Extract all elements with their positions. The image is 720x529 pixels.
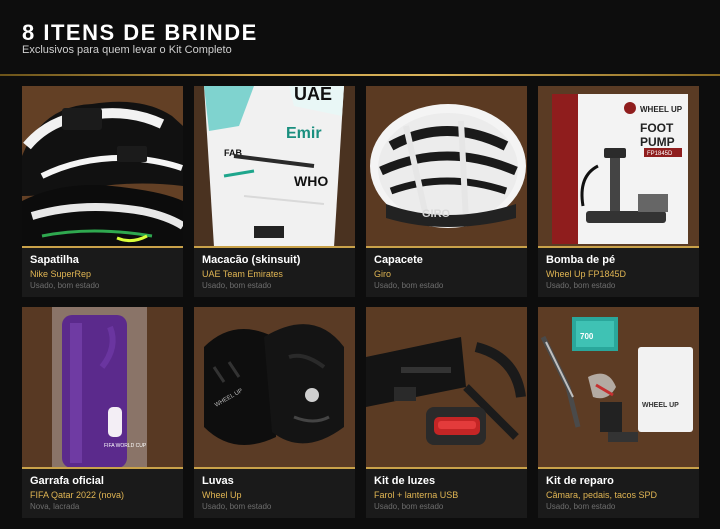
pump-line2-text: PUMP bbox=[640, 135, 675, 149]
card-gold-line bbox=[22, 246, 183, 248]
page-subtitle: Exclusivos para quem levar o Kit Complet… bbox=[22, 44, 232, 56]
item-card-reparo[interactable]: 700 WHEEL UP Kit de reparo Câmara, pedai… bbox=[538, 307, 699, 518]
pump-line1-text: FOOT bbox=[640, 121, 674, 135]
item-name: Sapatilha bbox=[30, 254, 79, 266]
card-gold-line bbox=[194, 467, 355, 469]
card-gold-line bbox=[538, 246, 699, 248]
svg-text:Emir: Emir bbox=[286, 125, 322, 142]
item-condition: Nova, lacrada bbox=[30, 502, 80, 511]
card-gold-line bbox=[366, 246, 527, 248]
item-model: UAE Team Emirates bbox=[202, 269, 283, 279]
item-card-bomba[interactable]: WHEEL UP FOOT PUMP FP1845D Bomba de pé W… bbox=[538, 86, 699, 297]
bottle-photo: FIFA WORLD CUP bbox=[22, 307, 183, 468]
item-condition: Usado, bom estado bbox=[546, 502, 616, 511]
item-card-luvas[interactable]: WHEEL UP Luvas Wheel Up Usado, bom estad… bbox=[194, 307, 355, 518]
gloves-photo: WHEEL UP bbox=[194, 307, 355, 468]
card-gold-line bbox=[538, 467, 699, 469]
item-model: FIFA Qatar 2022 (nova) bbox=[30, 490, 125, 500]
item-card-garrafa[interactable]: FIFA WORLD CUP Garrafa oficial FIFA Qata… bbox=[22, 307, 183, 518]
item-model: Wheel Up bbox=[202, 490, 242, 500]
item-name: Bomba de pé bbox=[546, 254, 616, 266]
item-card-macacao[interactable]: UAE Emir WHO FAB Macacão (skinsuit) UAE … bbox=[194, 86, 355, 297]
page-header: 8 ITENS DE BRINDE Exclusivos para quem l… bbox=[0, 0, 720, 76]
pump-model-text: FP1845D bbox=[647, 151, 673, 157]
helmet-photo: GIRO bbox=[366, 86, 527, 247]
item-name: Capacete bbox=[374, 254, 423, 266]
pump-brand-text: WHEEL UP bbox=[640, 105, 683, 114]
bag-brand-text: WHEEL UP bbox=[642, 402, 679, 409]
svg-text:WHO: WHO bbox=[294, 173, 328, 189]
repair-kit-photo: 700 WHEEL UP bbox=[538, 307, 699, 468]
item-model: Farol + lanterna USB bbox=[374, 490, 459, 500]
floor-pump-photo: WHEEL UP FOOT PUMP FP1845D bbox=[538, 86, 699, 247]
item-model: Wheel Up FP1845D bbox=[546, 269, 627, 279]
tubes-label-text: 700 bbox=[580, 332, 594, 341]
item-model: Nike SuperRep bbox=[30, 269, 92, 279]
item-name: Garrafa oficial bbox=[30, 475, 104, 487]
item-card-sapatilha[interactable]: Sapatilha Nike SuperRep Usado, bom estad… bbox=[22, 86, 183, 297]
item-condition: Usado, bom estado bbox=[546, 281, 616, 290]
item-model: Giro bbox=[374, 269, 392, 279]
gold-divider bbox=[0, 74, 720, 76]
svg-text:UAE: UAE bbox=[294, 86, 332, 104]
skinsuit-photo: UAE Emir WHO FAB bbox=[194, 86, 355, 247]
item-card-luzes[interactable]: Kit de luzes Farol + lanterna USB Usado,… bbox=[366, 307, 527, 518]
item-condition: Usado, bom estado bbox=[374, 281, 444, 290]
card-gold-line bbox=[22, 467, 183, 469]
item-condition: Usado, bom estado bbox=[374, 502, 444, 511]
item-name: Macacão (skinsuit) bbox=[202, 254, 301, 266]
bottle-text: FIFA WORLD CUP bbox=[104, 443, 147, 449]
item-condition: Usado, bom estado bbox=[30, 281, 100, 290]
card-gold-line bbox=[366, 467, 527, 469]
item-name: Kit de reparo bbox=[546, 475, 614, 487]
item-condition: Usado, bom estado bbox=[202, 281, 272, 290]
card-gold-line bbox=[194, 246, 355, 248]
helmet-brand-text: GIRO bbox=[422, 208, 451, 220]
cycling-shoes-photo bbox=[22, 86, 183, 247]
item-condition: Usado, bom estado bbox=[202, 502, 272, 511]
lights-photo bbox=[366, 307, 527, 468]
item-name: Luvas bbox=[202, 475, 234, 487]
items-grid: Sapatilha Nike SuperRep Usado, bom estad… bbox=[22, 86, 699, 518]
item-name: Kit de luzes bbox=[374, 475, 436, 487]
item-model: Câmara, pedais, tacos SPD bbox=[546, 490, 658, 500]
item-card-capacete[interactable]: GIRO Capacete Giro Usado, bom estado bbox=[366, 86, 527, 297]
